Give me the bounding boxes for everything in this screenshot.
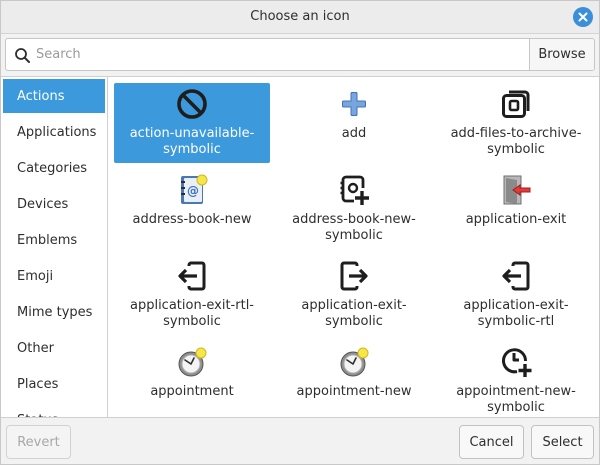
category-item-other[interactable]: Other xyxy=(3,331,105,365)
search-bar: Browse xyxy=(5,38,595,71)
icon-item-appointment[interactable]: appointment xyxy=(114,341,270,417)
add-icon xyxy=(342,92,366,116)
icon-item-application-exit[interactable]: application-exit xyxy=(438,169,594,249)
icon-label: application-exit- symbolic-rtl xyxy=(463,298,569,329)
content-area: Actions Applications Categories Devices … xyxy=(1,76,599,418)
icon-item-application-exit-symbolic[interactable]: application-exit- symbolic xyxy=(276,255,432,335)
icon-label: application-exit-rtl- symbolic xyxy=(129,298,254,329)
icon-label: action-unavailable- symbolic xyxy=(129,126,255,157)
search-input[interactable] xyxy=(36,39,528,70)
icon-item-address-book-new-symbolic[interactable]: address-book-new- symbolic xyxy=(276,169,432,249)
icon-item-action-unavailable[interactable]: action-unavailable- symbolic xyxy=(114,83,270,163)
application-exit-icon xyxy=(503,175,531,205)
icon-label: address-book-new- symbolic xyxy=(292,212,416,243)
icon-item-application-exit-symbolic-rtl[interactable]: application-exit- symbolic-rtl xyxy=(438,255,594,335)
icon-label: appointment xyxy=(150,384,234,399)
icon-item-add-files-to-archive[interactable]: add-files-to-archive- symbolic xyxy=(438,83,594,163)
address-book-new-symbolic-icon xyxy=(340,175,369,205)
category-item-mime-types[interactable]: Mime types xyxy=(3,295,105,329)
application-exit-symbolic-icon xyxy=(340,261,368,291)
application-exit-rtl-icon xyxy=(178,261,206,291)
icon-label: appointment-new xyxy=(296,384,412,399)
icon-grid[interactable]: action-unavailable- symbolic add add-fil… xyxy=(109,77,599,417)
category-sidebar[interactable]: Actions Applications Categories Devices … xyxy=(1,77,108,417)
dialog-title: Choose an icon xyxy=(250,9,350,24)
revert-button[interactable]: Revert xyxy=(6,425,71,459)
category-item-actions[interactable]: Actions xyxy=(3,79,105,113)
icon-item-add[interactable]: add xyxy=(276,83,432,163)
icon-chooser-dialog: Choose an icon Browse Actions Applicatio… xyxy=(0,0,600,465)
icon-label: application-exit- symbolic xyxy=(301,298,407,329)
icon-item-application-exit-rtl-symbolic[interactable]: application-exit-rtl- symbolic xyxy=(114,255,270,335)
category-item-applications[interactable]: Applications xyxy=(3,115,105,149)
application-exit-symbolic-rtl-icon xyxy=(502,261,530,291)
title-bar: Choose an icon xyxy=(1,1,599,34)
icon-label: address-book-new xyxy=(132,212,252,227)
action-unavailable-icon xyxy=(177,89,207,119)
appointment-new-symbolic-icon xyxy=(502,348,532,377)
category-item-devices[interactable]: Devices xyxy=(3,187,105,221)
icon-item-appointment-new-symbolic[interactable]: appointment-new- symbolic xyxy=(438,341,594,417)
address-book-new-icon: @ xyxy=(181,174,208,204)
icon-item-address-book-new[interactable]: @ address-book-new xyxy=(114,169,270,249)
select-button[interactable]: Select xyxy=(531,425,594,459)
cancel-button[interactable]: Cancel xyxy=(459,425,524,459)
category-item-categories[interactable]: Categories xyxy=(3,151,105,185)
icon-label: add xyxy=(341,126,367,141)
appointment-icon xyxy=(178,347,207,377)
svg-text:@: @ xyxy=(187,184,199,198)
icon-label: add-files-to-archive- symbolic xyxy=(450,126,582,157)
category-item-status[interactable]: Status xyxy=(3,403,105,418)
category-item-emblems[interactable]: Emblems xyxy=(3,223,105,257)
icon-label: application-exit xyxy=(465,212,567,227)
browse-button[interactable]: Browse xyxy=(529,39,594,70)
category-item-emoji[interactable]: Emoji xyxy=(3,259,105,293)
add-files-to-archive-icon xyxy=(502,90,530,118)
search-icon xyxy=(15,48,30,63)
appointment-new-icon xyxy=(340,347,369,377)
category-item-places[interactable]: Places xyxy=(3,367,105,401)
dialog-footer: Revert Cancel Select xyxy=(1,419,599,464)
icon-label: appointment-new- symbolic xyxy=(456,384,576,415)
icon-item-appointment-new[interactable]: appointment-new xyxy=(276,341,432,417)
close-button[interactable] xyxy=(573,7,593,27)
close-icon xyxy=(578,12,588,22)
